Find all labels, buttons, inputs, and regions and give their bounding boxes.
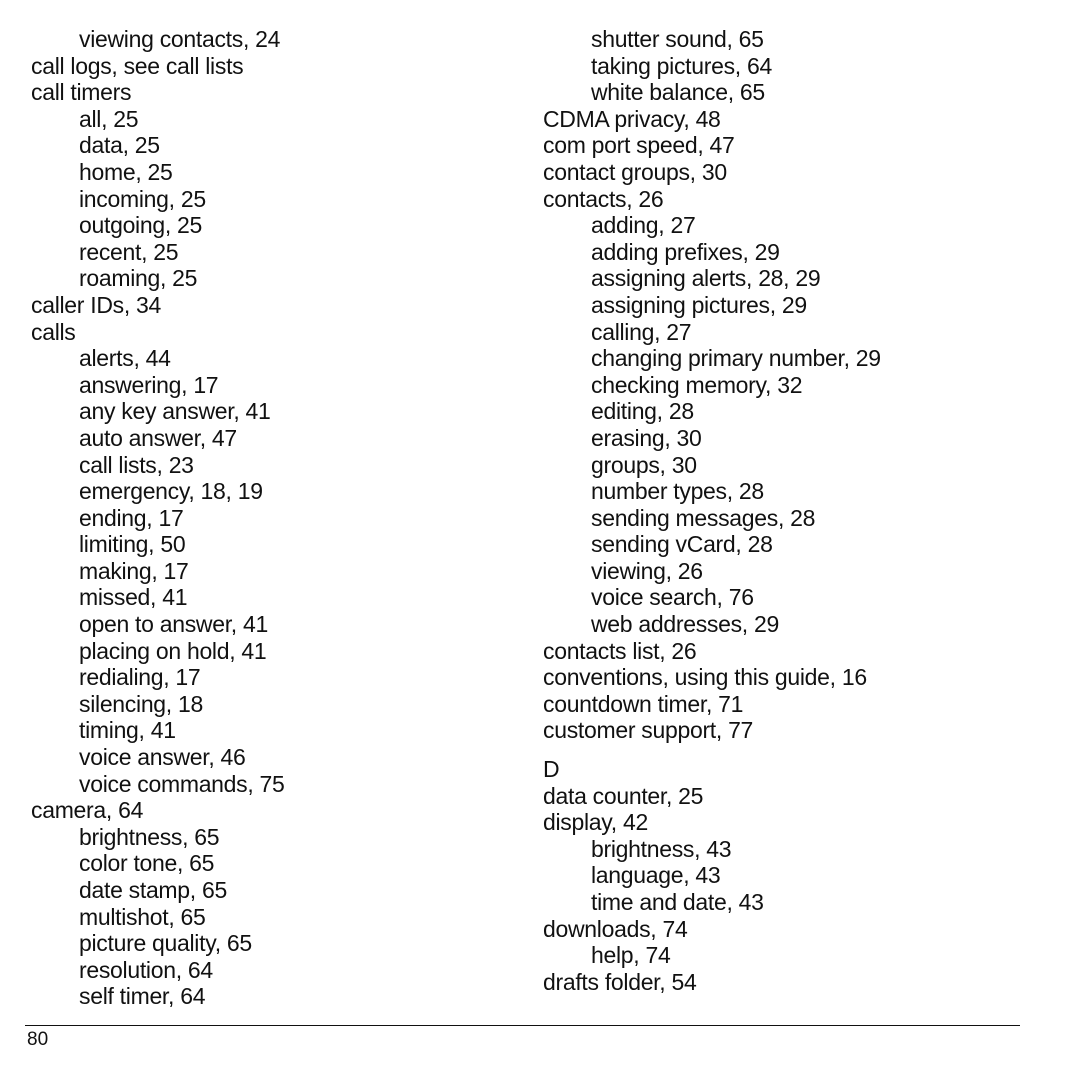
index-entry: customer support, 77 bbox=[543, 717, 754, 744]
index-entry: conventions, using this guide, 16 bbox=[543, 664, 867, 691]
index-subentry: taking pictures, 64 bbox=[591, 52, 772, 79]
index-subentry: help, 74 bbox=[591, 942, 671, 969]
index-subentry: alerts, 44 bbox=[79, 345, 171, 372]
index-subentry: home, 25 bbox=[79, 158, 173, 185]
index-subentry: voice search, 76 bbox=[591, 584, 754, 611]
index-subentry: emergency, 18, 19 bbox=[79, 478, 263, 505]
index-subentry: call lists, 23 bbox=[79, 451, 194, 478]
index-subentry: checking memory, 32 bbox=[591, 371, 803, 398]
index-entry: com port speed, 47 bbox=[543, 132, 735, 159]
index-column-left: viewing contacts, 24 call logs, see call … bbox=[31, 26, 511, 1010]
index-subentry: viewing contacts, 24 bbox=[79, 26, 281, 52]
index-subentry: roaming, 25 bbox=[79, 265, 198, 292]
index-subentry: color tone, 65 bbox=[79, 850, 215, 877]
index-subentry: outgoing, 25 bbox=[79, 212, 203, 239]
index-entry: data counter, 25 bbox=[543, 782, 704, 809]
index-subentry: answering, 17 bbox=[79, 371, 219, 398]
index-entry: downloads, 74 bbox=[543, 915, 688, 942]
index-subentry: silencing, 18 bbox=[79, 690, 203, 717]
index-entry: camera, 64 bbox=[31, 797, 144, 824]
index-subentry: web addresses, 29 bbox=[591, 611, 779, 638]
index-subentry: brightness, 65 bbox=[79, 823, 220, 850]
index-subentry: viewing, 26 bbox=[591, 557, 703, 584]
index-subentry: voice answer, 46 bbox=[79, 744, 246, 771]
index-subentry: redialing, 17 bbox=[79, 664, 201, 691]
index-subentry: incoming, 25 bbox=[79, 185, 206, 212]
index-entry: call timers bbox=[31, 79, 132, 106]
index-subentry: self timer, 64 bbox=[79, 983, 206, 1010]
index-subentry: all, 25 bbox=[79, 105, 139, 132]
index-subentry: resolution, 64 bbox=[79, 956, 213, 983]
index-entry: calls bbox=[31, 318, 76, 345]
index-subentry: number types, 28 bbox=[591, 478, 764, 505]
index-subentry: missed, 41 bbox=[79, 584, 188, 611]
index-entry: call logs, see call lists bbox=[31, 52, 244, 79]
index-subentry: erasing, 30 bbox=[591, 424, 702, 451]
index-subentry: voice commands, 75 bbox=[79, 770, 285, 797]
index-subentry: data, 25 bbox=[79, 132, 160, 159]
index-column-right: shutter sound, 65 taking pictures, 64 whit… bbox=[543, 26, 1043, 995]
index-entry: CDMA privacy, 48 bbox=[543, 105, 721, 132]
index-subentry: adding prefixes, 29 bbox=[591, 238, 780, 265]
index-subentry: assigning alerts, 28, 29 bbox=[591, 265, 821, 292]
index-subentry: shutter sound, 65 bbox=[591, 26, 764, 52]
index-subentry: placing on hold, 41 bbox=[79, 637, 267, 664]
index-subentry: calling, 27 bbox=[591, 318, 692, 345]
index-subentry: date stamp, 65 bbox=[79, 877, 227, 903]
index-subentry: making, 17 bbox=[79, 557, 189, 584]
index-entry: drafts folder, 54 bbox=[543, 968, 697, 995]
footer-rule bbox=[25, 1025, 1020, 1026]
index-subentry: language, 43 bbox=[591, 862, 721, 889]
index-subentry: sending vCard, 28 bbox=[591, 531, 773, 558]
index-subentry: time and date, 43 bbox=[591, 889, 764, 915]
index-entry: countdown timer, 71 bbox=[543, 690, 744, 717]
index-subentry: limiting, 50 bbox=[79, 531, 186, 558]
index-subentry: open to answer, 41 bbox=[79, 611, 268, 638]
index-subentry: recent, 25 bbox=[79, 238, 179, 265]
index-subentry: groups, 30 bbox=[591, 451, 697, 478]
index-entry: caller IDs, 34 bbox=[31, 291, 162, 318]
index-subentry: sending messages, 28 bbox=[591, 504, 816, 531]
index-subentry: adding, 27 bbox=[591, 212, 696, 239]
index-subentry: picture quality, 65 bbox=[79, 930, 252, 957]
index-subentry: white balance, 65 bbox=[591, 79, 765, 106]
index-subentry: auto answer, 47 bbox=[79, 424, 237, 451]
page-number: 80 bbox=[27, 1029, 49, 1050]
index-entry: contacts, 26 bbox=[543, 185, 664, 212]
index-subentry: changing primary number, 29 bbox=[591, 345, 881, 372]
index-section-letter: D bbox=[543, 756, 560, 783]
index-subentry: ending, 17 bbox=[79, 504, 184, 531]
index-subentry: any key answer, 41 bbox=[79, 398, 271, 425]
index-subentry: assigning pictures, 29 bbox=[591, 291, 807, 318]
index-entry: display, 42 bbox=[543, 809, 648, 836]
index-subentry: multishot, 65 bbox=[79, 903, 206, 930]
index-entry: contacts list, 26 bbox=[543, 637, 697, 664]
index-subentry: brightness, 43 bbox=[591, 835, 732, 862]
index-subentry: timing, 41 bbox=[79, 717, 176, 744]
index-entry: contact groups, 30 bbox=[543, 158, 727, 185]
index-subentry: editing, 28 bbox=[591, 398, 694, 425]
